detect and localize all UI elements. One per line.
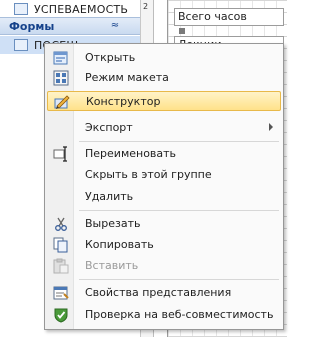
paste-icon bbox=[53, 258, 69, 274]
menu-item-label: Конструктор bbox=[86, 95, 161, 108]
menu-item-export[interactable]: Экспорт bbox=[47, 118, 281, 138]
copy-icon bbox=[53, 237, 69, 253]
rename-icon bbox=[53, 146, 69, 162]
layout-view-icon bbox=[53, 70, 69, 86]
menu-item-cut[interactable]: Вырезать bbox=[47, 214, 281, 234]
submenu-arrow-icon bbox=[269, 123, 273, 131]
collapse-chevrons-icon[interactable]: ≈ bbox=[108, 19, 122, 33]
menu-item-label: Вырезать bbox=[85, 217, 141, 230]
menu-item-delete[interactable]: Удалить bbox=[47, 187, 281, 207]
menu-separator bbox=[79, 279, 279, 280]
form-icon bbox=[14, 39, 28, 51]
menu-item-label: Проверка на веб-совместимость bbox=[85, 308, 274, 321]
table-icon bbox=[14, 3, 28, 15]
menu-item-paste[interactable]: Вставить bbox=[47, 256, 281, 276]
menu-item-view-properties[interactable]: Свойства представления bbox=[47, 283, 281, 303]
menu-item-label: Открыть bbox=[85, 51, 136, 64]
menu-item-design-view[interactable]: Конструктор bbox=[47, 91, 281, 111]
scissors-icon bbox=[53, 216, 69, 232]
menu-item-web-compat-check[interactable]: Проверка на веб-совместимость bbox=[47, 305, 281, 325]
menu-item-label: Режим макета bbox=[85, 71, 169, 84]
selection-handle[interactable] bbox=[179, 28, 185, 34]
menu-separator bbox=[79, 141, 279, 142]
web-compat-check-icon bbox=[53, 307, 69, 323]
menu-item-label: Копировать bbox=[85, 238, 154, 251]
nav-item-uspevaemost[interactable]: УСПЕВАЕМОСТЬ bbox=[0, 0, 140, 18]
menu-item-label: Свойства представления bbox=[85, 286, 232, 299]
menu-item-label: Удалить bbox=[85, 190, 134, 203]
menu-item-rename[interactable]: Переименовать bbox=[47, 144, 281, 164]
menu-item-open[interactable]: Открыть bbox=[47, 48, 281, 68]
nav-item-label: УСПЕВАЕМОСТЬ bbox=[34, 2, 129, 16]
menu-item-label: Переименовать bbox=[85, 147, 177, 160]
menu-item-label: Экспорт bbox=[85, 121, 133, 134]
menu-separator bbox=[79, 210, 279, 211]
menu-item-label: Скрыть в этой группе bbox=[85, 168, 212, 181]
nav-group-title: Формы bbox=[9, 19, 55, 33]
menu-item-layout-view[interactable]: Режим макета bbox=[47, 68, 281, 88]
properties-icon bbox=[53, 285, 69, 301]
nav-group-header-forms[interactable]: Формы ≈ bbox=[0, 17, 140, 35]
menu-item-hide-in-group[interactable]: Скрыть в этой группе bbox=[47, 165, 281, 185]
label-total-hours[interactable]: Всего часов bbox=[174, 8, 284, 26]
context-menu: Открыть Режим макета Конструктор Экспорт… bbox=[44, 43, 284, 330]
ruler-number: 2 bbox=[143, 2, 149, 11]
menu-item-copy[interactable]: Копировать bbox=[47, 235, 281, 255]
design-view-icon bbox=[54, 94, 70, 110]
open-form-icon bbox=[53, 50, 69, 66]
menu-item-label: Вставить bbox=[85, 259, 139, 272]
